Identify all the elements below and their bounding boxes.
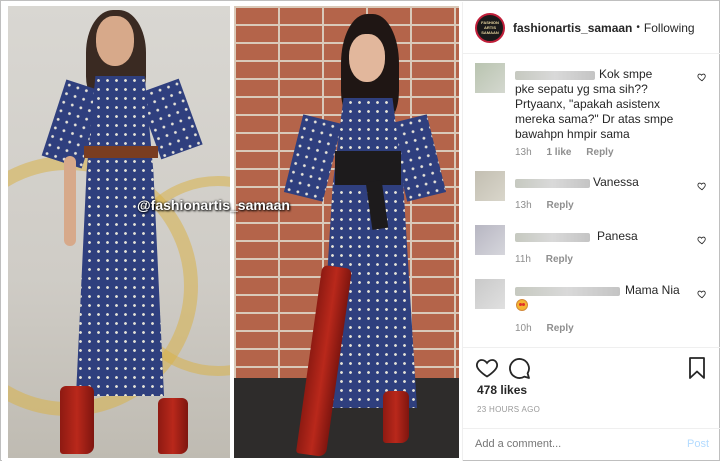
right-photo	[234, 6, 459, 458]
post-image[interactable]: @fashionartis_samaan	[2, 2, 462, 461]
like-heart-icon[interactable]	[697, 289, 707, 299]
instagram-post-frame: @fashionartis_samaan FASHION ARTIS SAMAA…	[0, 0, 720, 461]
comment-meta: 10h Reply	[515, 323, 574, 334]
left-model	[41, 6, 203, 458]
following-button[interactable]: Following	[644, 21, 695, 35]
comment-icon[interactable]	[507, 356, 531, 380]
comment-meta: 11h Reply	[515, 254, 573, 265]
add-comment-bar: Post	[463, 428, 720, 462]
comment-text: Panesa	[597, 229, 638, 243]
commenter-avatar[interactable]	[475, 279, 505, 309]
commenter-avatar[interactable]	[475, 63, 505, 93]
blurred-username	[515, 179, 590, 188]
comment-time: 13h	[515, 200, 532, 211]
blurred-username	[515, 71, 595, 80]
post-button[interactable]: Post	[687, 438, 709, 450]
comment-meta: 13h 1 like Reply	[515, 147, 614, 158]
blurred-username	[515, 233, 590, 242]
comment-meta: 13h Reply	[515, 200, 574, 211]
like-heart-icon[interactable]	[697, 72, 707, 82]
separator-dot: •	[636, 22, 640, 33]
heart-icon[interactable]	[475, 356, 499, 380]
like-heart-icon[interactable]	[697, 181, 707, 191]
right-model	[283, 6, 447, 458]
comment-likes-link[interactable]: 1 like	[546, 147, 571, 158]
comment-text: Mama Nia	[625, 283, 680, 297]
comment-text: Vanessa	[593, 175, 639, 189]
commenter-avatar[interactable]	[475, 171, 505, 201]
star-struck-emoji-icon	[516, 299, 528, 311]
post-side-panel: FASHION ARTIS SAMAAN fashionartis_samaan…	[462, 2, 720, 461]
comment-time: 10h	[515, 323, 532, 334]
post-header: FASHION ARTIS SAMAAN fashionartis_samaan…	[463, 2, 720, 54]
reply-button[interactable]: Reply	[546, 323, 573, 334]
avatar-logo-text: FASHION ARTIS SAMAAN	[481, 20, 499, 35]
avatar[interactable]: FASHION ARTIS SAMAAN	[475, 12, 505, 43]
reply-button[interactable]: Reply	[546, 200, 573, 211]
comment-time: 11h	[515, 254, 531, 265]
reply-button[interactable]: Reply	[546, 254, 573, 265]
blurred-username	[515, 287, 620, 296]
like-heart-icon[interactable]	[697, 235, 707, 245]
commenter-avatar[interactable]	[475, 225, 505, 255]
post-actions: 478 likes 23 HOURS AGO Post	[463, 347, 720, 461]
add-comment-input[interactable]	[475, 438, 665, 450]
reply-button[interactable]: Reply	[586, 147, 613, 158]
post-timestamp: 23 HOURS AGO	[477, 405, 541, 414]
bookmark-icon[interactable]	[685, 356, 709, 380]
comment-text: pke sepatu yg sma sih?? Prtyaanx, "apaka…	[515, 82, 674, 141]
comments-list: Kok smpe pke sepatu yg sma sih?? Prtyaan…	[463, 55, 720, 347]
username-link[interactable]: fashionartis_samaan	[513, 21, 632, 35]
comment-time: 13h	[515, 147, 532, 158]
left-photo	[8, 6, 230, 458]
comment-text: Kok smpe	[599, 67, 653, 81]
watermark-text: @fashionartis_samaan	[137, 197, 290, 213]
likes-count[interactable]: 478 likes	[477, 383, 527, 397]
